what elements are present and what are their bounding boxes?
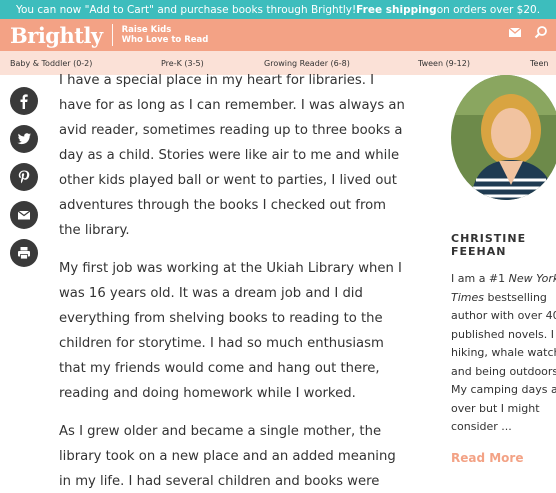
author-bio: I am a #1 New York Times bestselling aut… <box>451 270 556 437</box>
promo-banner: You can now "Add to Cart" and purchase b… <box>0 0 556 19</box>
bio-text: bestselling <box>484 290 547 304</box>
promo-text: You can now "Add to Cart" and purchase b… <box>15 3 357 16</box>
bio-italic: Times <box>451 290 484 304</box>
promo-text-end: on orders over $20. <box>436 3 541 16</box>
bio-italic: New York <box>508 272 556 285</box>
bio-text: hiking, whale watch <box>451 346 556 359</box>
site-header: Brightly Raise Kids Who Love to Read <box>0 19 556 51</box>
print-icon[interactable] <box>10 239 38 267</box>
facebook-icon[interactable] <box>10 87 38 115</box>
nav-item-pre-k[interactable]: Pre-K (3-5) <box>161 59 204 68</box>
pinterest-icon[interactable] <box>10 163 38 191</box>
twitter-icon[interactable] <box>10 125 38 153</box>
email-share-icon[interactable] <box>10 201 38 229</box>
author-photo <box>451 75 556 200</box>
bio-text: My camping days a <box>451 383 556 396</box>
bio-text: and being outdoors <box>451 364 556 378</box>
bio-text: published novels. I <box>451 327 555 341</box>
nav-item-tween[interactable]: Tween (9-12) <box>418 59 470 68</box>
email-icon[interactable] <box>508 25 522 39</box>
read-more-link[interactable]: Read More <box>451 451 556 465</box>
author-sidebar: CHRISTINE FEEHAN I am a #1 New York Time… <box>451 75 556 465</box>
article-body: I have a special place in my heart for l… <box>59 68 409 493</box>
article-paragraph: As I grew older and became a single moth… <box>59 424 396 489</box>
author-name: CHRISTINE FEEHAN <box>451 232 527 258</box>
nav-item-growing-reader[interactable]: Growing Reader (6-8) <box>264 59 350 68</box>
search-icon[interactable] <box>534 25 548 39</box>
tagline-line-2: Who Love to Read <box>121 35 209 45</box>
bio-text: author with over 40 <box>451 309 556 322</box>
share-bar <box>10 87 38 277</box>
article-paragraph: My first job was working at the Ukiah Li… <box>59 261 402 401</box>
bio-text: I am a #1 <box>451 272 509 285</box>
tagline: Raise Kids Who Love to Read <box>122 25 209 45</box>
logo-divider <box>111 24 113 46</box>
article-paragraph: I have a special place in my heart for l… <box>59 73 405 238</box>
tagline-line-1: Raise Kids <box>121 25 172 35</box>
promo-bold-text: Free shipping <box>356 3 437 16</box>
brightly-logo[interactable]: Brightly <box>10 23 103 48</box>
nav-item-teen[interactable]: Teen <box>530 59 548 68</box>
bio-text: over but I might <box>451 401 540 415</box>
nav-item-baby-toddler[interactable]: Baby & Toddler (0-2) <box>10 59 92 68</box>
bio-text: consider ... <box>451 420 512 433</box>
